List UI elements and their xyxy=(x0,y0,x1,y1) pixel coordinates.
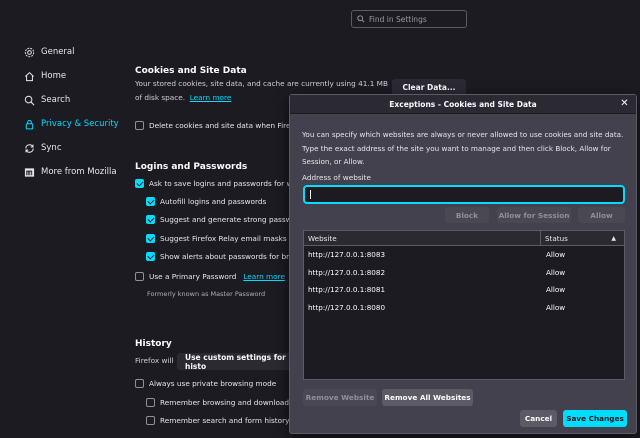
row-website: http://127.0.0.1:8081 xyxy=(308,285,386,295)
formerly-master-password-note: Formerly known as Master Password xyxy=(147,290,266,298)
search-placeholder: Find in Settings xyxy=(369,14,427,24)
column-header-website[interactable]: Website xyxy=(304,231,541,245)
checkbox-box[interactable] xyxy=(135,379,144,388)
suggest-relay-checkbox[interactable]: Suggest Firefox Relay email masks to p xyxy=(146,234,303,243)
cookies-learn-more-link[interactable]: Learn more xyxy=(190,93,232,102)
cancel-button[interactable]: Cancel xyxy=(520,410,557,427)
mozilla-icon xyxy=(24,167,35,177)
suggest-strong-password-checkbox[interactable]: Suggest and generate strong password xyxy=(146,215,304,224)
gear-icon xyxy=(24,47,35,57)
settings-search-input[interactable]: Find in Settings xyxy=(351,10,467,28)
address-label: Address of website xyxy=(302,173,371,182)
address-input[interactable] xyxy=(303,185,625,204)
history-section-title: History xyxy=(135,339,172,349)
exceptions-dialog: Exceptions - Cookies and Site Data ✕ You… xyxy=(289,94,637,434)
ask-to-save-checkbox[interactable]: Ask to save logins and passwords for web… xyxy=(135,179,305,188)
sidebar-item-label: Home xyxy=(41,71,67,81)
sidebar-item-search[interactable]: Search xyxy=(24,88,119,112)
primary-password-learn-more-link[interactable]: Learn more xyxy=(243,272,285,281)
text-caret xyxy=(310,190,311,199)
primary-password-checkbox[interactable]: Use a Primary Password Learn more xyxy=(135,272,285,281)
delete-on-close-checkbox[interactable]: Delete cookies and site data when Firefo… xyxy=(135,121,306,130)
row-website: http://127.0.0.1:8083 xyxy=(308,250,386,260)
checkbox-box[interactable] xyxy=(146,398,155,407)
dialog-description: You can specify which websites are alway… xyxy=(302,130,624,166)
search-icon xyxy=(357,15,365,23)
breach-alerts-checkbox[interactable]: Show alerts about passwords for breac xyxy=(146,252,302,261)
row-status: Allow xyxy=(546,267,566,277)
cookies-usage-text: Your stored cookies, site data, and cach… xyxy=(135,79,388,88)
cookies-usage-text-2: of disk space. Learn more xyxy=(135,93,232,102)
sidebar-item-sync[interactable]: Sync xyxy=(24,136,119,160)
sidebar-item-label: Sync xyxy=(41,143,62,153)
allow-button[interactable]: Allow xyxy=(578,207,625,223)
checkbox-box[interactable] xyxy=(135,121,144,130)
table-row[interactable]: http://127.0.0.1:8083 Allow xyxy=(304,246,624,264)
allow-for-session-button[interactable]: Allow for Session xyxy=(497,207,571,223)
sidebar-item-more-from-mozilla[interactable]: More from Mozilla xyxy=(24,160,119,184)
sidebar-item-label: More from Mozilla xyxy=(41,167,117,177)
sidebar-item-label: Privacy & Security xyxy=(41,119,119,129)
checkbox-box[interactable] xyxy=(135,272,144,281)
checkbox-box[interactable] xyxy=(135,179,144,188)
sync-icon xyxy=(25,143,34,153)
close-icon[interactable]: ✕ xyxy=(619,99,630,110)
private-browsing-checkbox[interactable]: Always use private browsing mode xyxy=(135,379,276,388)
sidebar-item-label: Search xyxy=(41,95,71,105)
sidebar-item-label: General xyxy=(41,47,75,57)
dialog-title: Exceptions - Cookies and Site Data xyxy=(389,99,537,109)
cookies-section-title: Cookies and Site Data xyxy=(135,66,247,76)
exceptions-table[interactable]: Website Status ▲ http://127.0.0.1:8083 All… xyxy=(303,230,625,380)
sidebar-item-general[interactable]: General xyxy=(24,40,119,64)
checkbox-box[interactable] xyxy=(146,252,155,261)
history-firefox-will-label: Firefox will xyxy=(135,356,174,365)
remember-search-checkbox[interactable]: Remember search and form history xyxy=(146,416,289,425)
remember-browsing-checkbox[interactable]: Remember browsing and download hist xyxy=(146,398,305,407)
remove-website-button[interactable]: Remove Website xyxy=(303,389,377,406)
checkbox-box[interactable] xyxy=(146,416,155,425)
checkbox-box[interactable] xyxy=(146,197,155,206)
home-icon xyxy=(25,71,34,81)
block-button[interactable]: Block xyxy=(445,207,489,223)
sidebar: General Home Search Privacy & Security S… xyxy=(24,40,119,184)
checkbox-box[interactable] xyxy=(146,215,155,224)
lock-icon xyxy=(25,119,34,129)
logins-section-title: Logins and Passwords xyxy=(135,162,248,172)
column-header-status[interactable]: Status ▲ xyxy=(541,231,624,245)
table-header: Website Status ▲ xyxy=(304,231,624,246)
history-mode-select[interactable]: Use custom settings for histo xyxy=(177,353,299,371)
table-row[interactable]: http://127.0.0.1:8082 Allow xyxy=(304,264,624,282)
row-status: Allow xyxy=(546,302,566,312)
dialog-titlebar: Exceptions - Cookies and Site Data ✕ xyxy=(290,95,636,114)
row-status: Allow xyxy=(546,285,566,295)
sidebar-item-privacy-security[interactable]: Privacy & Security xyxy=(24,112,119,136)
sort-ascending-icon: ▲ xyxy=(611,234,616,242)
checkbox-box[interactable] xyxy=(146,234,155,243)
sidebar-item-home[interactable]: Home xyxy=(24,64,119,88)
table-row[interactable]: http://127.0.0.1:8081 Allow xyxy=(304,281,624,299)
save-changes-button[interactable]: Save Changes xyxy=(563,410,627,427)
row-website: http://127.0.0.1:8080 xyxy=(308,302,386,312)
search-icon xyxy=(24,95,35,105)
remove-all-websites-button[interactable]: Remove All Websites xyxy=(382,389,473,406)
table-row[interactable]: http://127.0.0.1:8080 Allow xyxy=(304,299,624,317)
row-status: Allow xyxy=(546,250,566,260)
autofill-checkbox[interactable]: Autofill logins and passwords xyxy=(146,197,266,206)
row-website: http://127.0.0.1:8082 xyxy=(308,267,386,277)
